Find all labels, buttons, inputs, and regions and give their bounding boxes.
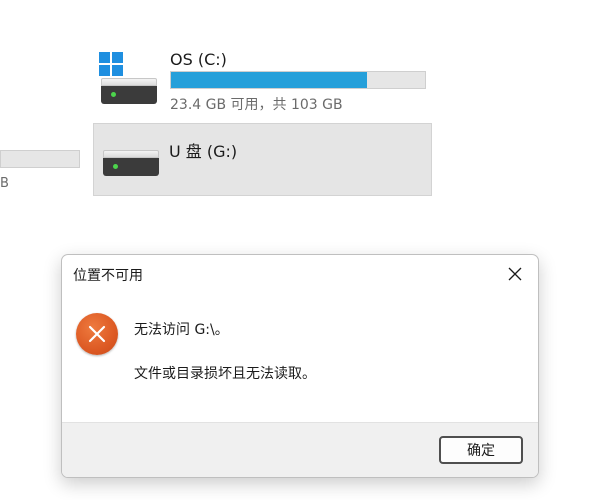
drive-name-os-c: OS (C:): [170, 50, 227, 69]
dialog-titlebar[interactable]: 位置不可用: [62, 255, 538, 293]
ok-button[interactable]: 确定: [439, 436, 523, 464]
error-dialog: 位置不可用 无法访问 G:\。 文件或目录损坏且无法读取。 确定: [61, 254, 539, 478]
error-message-primary: 无法访问 G:\。: [134, 322, 229, 338]
drive-name-usb-g: U 盘 (G:): [169, 142, 238, 161]
close-icon: [508, 267, 522, 281]
drive-item-usb-g[interactable]: U 盘 (G:): [93, 123, 432, 196]
file-explorer-window: B OS (C:) 23.4 GB 可用，共 103 GB U 盘 (G:) 位…: [0, 0, 594, 500]
dialog-title: 位置不可用: [73, 268, 143, 284]
error-icon: [76, 313, 118, 355]
drive-led-icon: [111, 92, 116, 97]
dialog-footer: 确定: [62, 422, 538, 477]
partial-drive-usage-bar: [0, 150, 80, 168]
drive-usage-bar: [170, 71, 426, 89]
drive-led-icon: [113, 164, 118, 169]
drive-usage-fill: [171, 72, 367, 88]
hdd-icon: [101, 78, 161, 108]
error-message-detail: 文件或目录损坏且无法读取。: [134, 366, 316, 382]
close-button[interactable]: [498, 259, 532, 289]
drive-space-text: 23.4 GB 可用，共 103 GB: [170, 97, 343, 113]
hdd-icon: [103, 150, 163, 180]
drive-item-os-c[interactable]: OS (C:) 23.4 GB 可用，共 103 GB: [95, 40, 435, 116]
partial-drive-space-text: B: [0, 176, 9, 191]
windows-logo-icon: [99, 52, 123, 76]
